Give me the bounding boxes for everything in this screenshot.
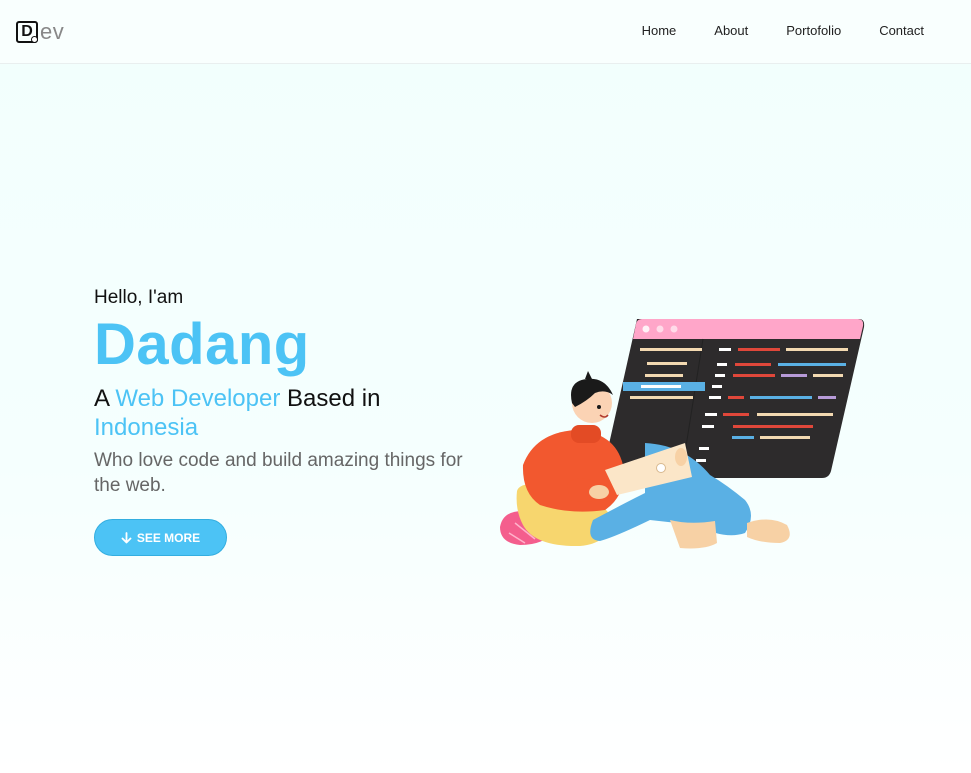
- tagline-role: Web Developer: [115, 385, 281, 412]
- logo-text: ev: [40, 19, 65, 44]
- logo-dot: [31, 36, 38, 43]
- nav-home[interactable]: Home: [642, 23, 677, 38]
- logo-mark: D: [16, 21, 38, 43]
- main-nav: Home About Portofolio Contact: [642, 23, 924, 38]
- logo[interactable]: D ev: [16, 19, 65, 44]
- tagline-location: Indonesia: [94, 414, 199, 441]
- tagline-mid: Based in: [280, 385, 381, 412]
- hero-tagline: A Web Developer Based in Indonesia: [94, 384, 494, 442]
- code-editor-window: [602, 319, 865, 479]
- nav-about[interactable]: About: [714, 23, 748, 38]
- see-more-label: SEE MORE: [136, 530, 201, 545]
- hero-description: Who love code and build amazing things f…: [94, 450, 463, 496]
- see-more-button[interactable]: SEE MORE: [94, 519, 227, 556]
- tagline-prefix: A: [94, 385, 116, 412]
- hero-text: Hello, I'am Dadang A Web Developer Based…: [94, 286, 494, 498]
- hero-greeting: Hello, I'am: [94, 287, 184, 308]
- arrow-down-icon: [121, 531, 132, 543]
- hero-name: Dadang: [94, 312, 310, 377]
- nav-contact[interactable]: Contact: [879, 23, 924, 38]
- navbar: D ev Home About Portofolio Contact: [0, 0, 971, 64]
- nav-portofolio[interactable]: Portofolio: [786, 23, 841, 38]
- developer-illustration: [500, 319, 865, 549]
